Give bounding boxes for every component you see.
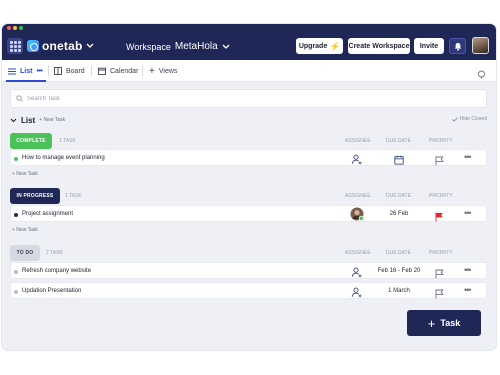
status-badge[interactable]: TO DO [10, 245, 40, 261]
add-user-icon[interactable] [351, 265, 362, 283]
table-row[interactable]: Refresh company website Feb 16 - Feb 20 … [10, 262, 487, 279]
list-title: List [21, 115, 36, 125]
invite-button[interactable]: Invite [414, 38, 444, 54]
task-count: 2 TASK [46, 250, 63, 256]
onetab-logo-icon [27, 40, 39, 52]
tab-divider [91, 66, 92, 76]
tab-calendar-label: Calendar [110, 67, 139, 75]
more-icon[interactable]: ••• [464, 265, 472, 275]
minimize-dot[interactable] [13, 26, 17, 30]
hide-closed-toggle[interactable]: Hide Closed [451, 116, 487, 122]
board-icon [54, 67, 62, 75]
upgrade-button[interactable]: Upgrade ⚡ [296, 38, 343, 54]
due-date[interactable]: Feb 16 - Feb 20 [369, 268, 429, 274]
add-task-button-label: Task [440, 318, 461, 328]
table-row[interactable]: Project assignment 26 Feb ••• [10, 205, 487, 222]
logo-text: onetab [42, 39, 83, 53]
workspace-label: Workspace [126, 41, 171, 52]
task-count: 1 TASK [59, 138, 76, 144]
plus-icon: + [427, 315, 436, 331]
top-bar: onetab Workspace MetaHola Upgrade ⚡ Crea… [2, 24, 496, 60]
table-row[interactable]: How to manage event planning ••• [10, 149, 487, 166]
status-dot [14, 157, 18, 161]
list-header: List + New Task Hide Closed [10, 114, 487, 126]
tab-views-label: Views [158, 67, 178, 75]
tab-board-label: Board [66, 67, 85, 75]
more-icon[interactable]: ••• [464, 208, 472, 218]
task-name[interactable]: Updation Presentation [22, 288, 81, 294]
status-badge[interactable]: COMPLETE [10, 133, 52, 149]
add-task-button[interactable]: + Task [407, 310, 481, 336]
status-badge[interactable]: IN PROGRESS [10, 188, 60, 204]
apps-grid-icon[interactable] [7, 38, 23, 54]
tab-divider [142, 66, 143, 76]
workspace-name: MetaHola [174, 41, 218, 52]
upgrade-label: Upgrade [298, 42, 328, 50]
status-dot [14, 290, 18, 294]
pin-icon[interactable] [477, 66, 486, 84]
tab-divider [48, 66, 49, 76]
task-count: 1 TASK [65, 193, 82, 199]
window-controls [7, 26, 23, 30]
flag-icon[interactable] [435, 209, 444, 227]
view-tabs: List ••• Board Calendar + Views [2, 60, 496, 82]
app-window: onetab Workspace MetaHola Upgrade ⚡ Crea… [2, 24, 496, 350]
column-header-due-date: DUE DATE [386, 138, 411, 144]
chevron-down-icon[interactable] [10, 118, 17, 123]
status-dot [14, 213, 18, 217]
chevron-down-icon [86, 43, 94, 48]
add-user-icon[interactable] [351, 152, 362, 170]
tab-board[interactable]: Board [54, 60, 85, 82]
chevron-down-icon [222, 44, 230, 49]
task-name[interactable]: Project assignment [22, 211, 73, 217]
tab-list-label: List [20, 67, 33, 75]
add-task-link[interactable]: + New Task [12, 171, 38, 177]
column-header-priority: PRIORITY [429, 250, 453, 256]
column-header-due-date: DUE DATE [386, 193, 411, 199]
column-header-assignee: ASSIGNEE [345, 193, 371, 199]
column-header-due-date: DUE DATE [386, 250, 411, 256]
due-date[interactable]: 26 Feb [369, 211, 429, 217]
add-task-link[interactable]: + New Task [12, 227, 38, 233]
search-input[interactable] [27, 95, 467, 102]
search-bar[interactable] [10, 89, 487, 108]
workspace-switcher[interactable]: Workspace MetaHola [126, 41, 230, 52]
column-header-priority: PRIORITY [429, 138, 453, 144]
lightning-icon: ⚡ [330, 41, 341, 51]
table-row[interactable]: Updation Presentation 1 March ••• [10, 282, 487, 299]
new-task-link[interactable]: + New Task [39, 117, 65, 123]
user-avatar[interactable] [472, 37, 489, 54]
hide-closed-label: Hide Closed [459, 116, 487, 122]
column-header-priority: PRIORITY [429, 193, 453, 199]
create-workspace-button[interactable]: Create Workspace [348, 38, 410, 54]
more-icon[interactable]: ••• [464, 285, 472, 295]
task-name[interactable]: How to manage event planning [22, 155, 105, 161]
column-header-assignee: ASSIGNEE [345, 138, 371, 144]
maximize-dot[interactable] [19, 26, 23, 30]
add-view-button[interactable]: + Views [149, 60, 177, 82]
calendar-icon[interactable] [394, 152, 404, 170]
tab-calendar[interactable]: Calendar [98, 60, 138, 82]
notification-button[interactable] [449, 38, 466, 54]
tab-list[interactable]: List ••• [8, 60, 43, 82]
add-user-icon[interactable] [351, 285, 362, 303]
more-icon[interactable]: ••• [36, 68, 42, 75]
flag-icon[interactable] [435, 286, 444, 304]
close-dot[interactable] [7, 26, 11, 30]
logo[interactable]: onetab [27, 39, 94, 53]
due-date[interactable]: 1 March [369, 288, 429, 294]
task-name[interactable]: Refresh company website [22, 268, 91, 274]
status-dot [14, 270, 18, 274]
avatar[interactable] [350, 207, 364, 226]
calendar-icon [98, 67, 106, 75]
bell-icon [454, 42, 461, 51]
active-tab-indicator [6, 80, 46, 82]
flag-icon[interactable] [435, 153, 444, 171]
plus-icon: + [149, 65, 155, 77]
column-header-assignee: ASSIGNEE [345, 250, 371, 256]
more-icon[interactable]: ••• [464, 152, 472, 162]
list-icon [8, 68, 16, 74]
check-icon [451, 116, 458, 122]
search-icon [16, 95, 23, 102]
